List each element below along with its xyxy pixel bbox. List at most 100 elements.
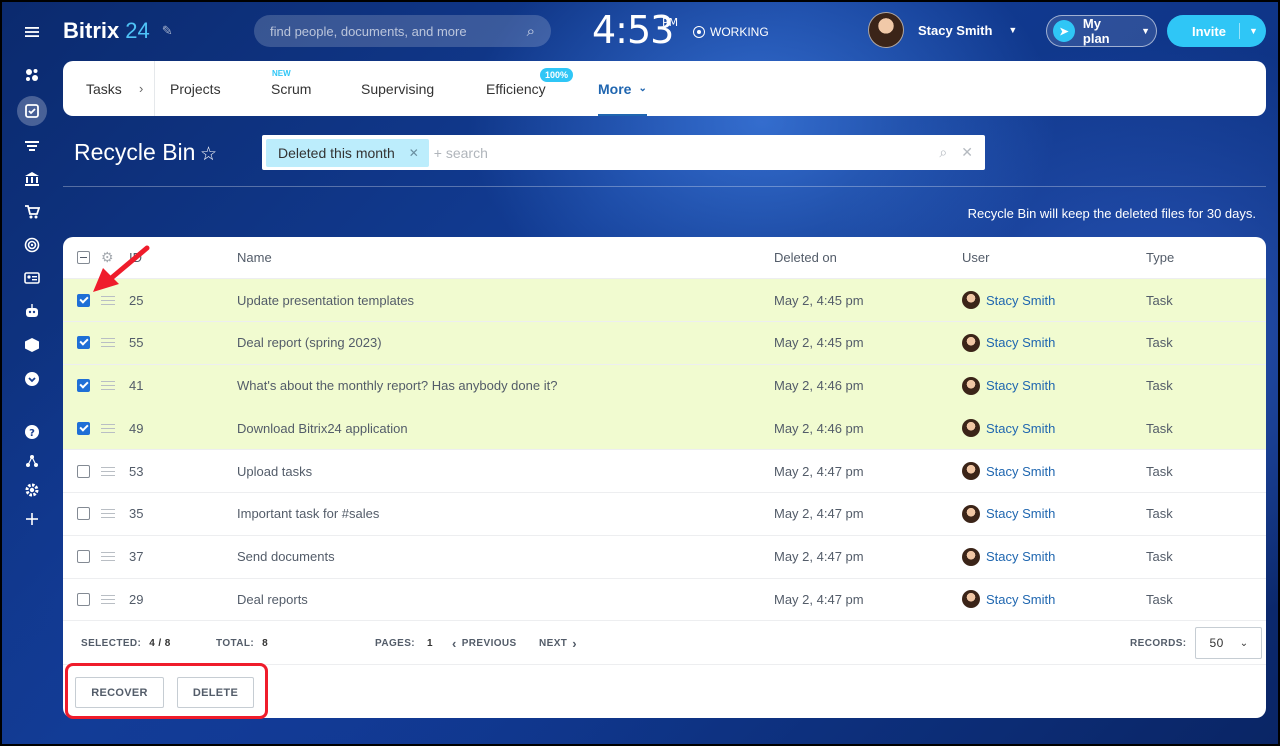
row-user-name[interactable]: Stacy Smith xyxy=(986,421,1055,436)
row-user-name[interactable]: Stacy Smith xyxy=(986,549,1055,564)
row-checkbox-box[interactable] xyxy=(77,336,90,350)
clock[interactable]: 4:53 PM xyxy=(592,8,678,52)
nav-efficiency[interactable]: Efficiency xyxy=(486,61,546,116)
work-status[interactable]: WORKING xyxy=(693,25,769,39)
chevron-down-icon[interactable]: ▼ xyxy=(1249,26,1258,36)
table-row[interactable]: 35 Important task for #sales May 2, 4:47 p… xyxy=(63,493,1266,536)
row-checkbox-box[interactable] xyxy=(77,379,90,392)
row-user[interactable]: Stacy Smith xyxy=(962,365,1055,407)
settings-gear-icon[interactable] xyxy=(20,478,44,502)
filter-chip[interactable]: Deleted this month ✕ xyxy=(266,138,429,167)
filter-bar[interactable]: Deleted this month ✕ ⌕ ✕ xyxy=(262,135,985,170)
table-row[interactable]: 41 What's about the monthly report? Has a… xyxy=(63,364,1266,408)
plus-icon[interactable] xyxy=(20,507,44,531)
row-user-name[interactable]: Stacy Smith xyxy=(986,335,1055,350)
box-icon[interactable] xyxy=(20,333,44,357)
previous-page-link[interactable]: ‹ PREVIOUS xyxy=(452,622,517,664)
column-type[interactable]: Type xyxy=(1146,237,1174,278)
row-user[interactable]: Stacy Smith xyxy=(962,407,1055,449)
row-checkbox[interactable] xyxy=(77,365,90,407)
row-user[interactable]: Stacy Smith xyxy=(962,493,1055,535)
table-row[interactable]: 55 Deal report (spring 2023) May 2, 4:45 p… xyxy=(63,321,1266,365)
row-name[interactable]: Deal reports xyxy=(237,578,308,620)
invite-button[interactable]: Invite ▼ xyxy=(1167,15,1266,47)
column-deleted-on[interactable]: Deleted on xyxy=(774,237,837,278)
my-plan-button[interactable]: ➤ My plan ▼ xyxy=(1046,15,1157,47)
nav-scrum[interactable]: Scrum xyxy=(271,61,311,116)
drag-handle-icon[interactable] xyxy=(101,578,115,620)
bank-icon[interactable] xyxy=(20,167,44,191)
row-checkbox-box[interactable] xyxy=(77,507,90,521)
global-search-input[interactable] xyxy=(270,23,527,39)
row-user-name[interactable]: Stacy Smith xyxy=(986,378,1055,393)
table-row[interactable]: 53 Upload tasks May 2, 4:47 pm Stacy Smith T… xyxy=(63,450,1266,493)
row-checkbox[interactable] xyxy=(77,322,90,364)
search-icon[interactable]: ⌕ xyxy=(939,144,947,161)
row-checkbox[interactable] xyxy=(77,578,90,620)
row-name[interactable]: Upload tasks xyxy=(237,450,312,492)
nav-projects[interactable]: Projects xyxy=(170,61,221,116)
star-icon[interactable]: ☆ xyxy=(200,143,217,166)
tasks-icon[interactable] xyxy=(17,96,47,126)
drag-handle-icon[interactable] xyxy=(101,365,115,407)
menu-icon[interactable] xyxy=(20,20,44,44)
cart-icon[interactable] xyxy=(20,200,44,224)
row-checkbox-box[interactable] xyxy=(77,550,90,563)
help-icon[interactable]: ? xyxy=(20,420,44,444)
structure-icon[interactable] xyxy=(20,449,44,473)
row-checkbox[interactable] xyxy=(77,450,90,492)
row-user[interactable]: Stacy Smith xyxy=(962,450,1055,492)
row-checkbox[interactable] xyxy=(77,493,90,535)
column-name[interactable]: Name xyxy=(237,237,272,278)
drag-handle-icon[interactable] xyxy=(101,407,115,449)
brand-logo[interactable]: Bitrix 24 ✎ xyxy=(63,18,173,44)
table-row[interactable]: 29 Deal reports May 2, 4:47 pm Stacy Smith T… xyxy=(63,578,1266,622)
row-user-name[interactable]: Stacy Smith xyxy=(986,464,1055,479)
row-user-name[interactable]: Stacy Smith xyxy=(986,293,1055,308)
table-row[interactable]: 49 Download Bitrix24 application May 2, 4:… xyxy=(63,407,1266,451)
nav-supervising[interactable]: Supervising xyxy=(361,61,434,116)
column-user[interactable]: User xyxy=(962,237,989,278)
row-checkbox[interactable] xyxy=(77,407,90,449)
row-user-name[interactable]: Stacy Smith xyxy=(986,506,1055,521)
user-menu[interactable]: Stacy Smith ▼ xyxy=(868,12,1017,48)
crm-icon[interactable] xyxy=(20,134,44,158)
row-name[interactable]: What's about the monthly report? Has any… xyxy=(237,365,557,407)
row-user[interactable]: Stacy Smith xyxy=(962,279,1055,321)
row-name[interactable]: Update presentation templates xyxy=(237,279,414,321)
row-user[interactable]: Stacy Smith xyxy=(962,578,1055,620)
pages-value[interactable]: 1 xyxy=(427,638,433,649)
row-name[interactable]: Deal report (spring 2023) xyxy=(237,322,382,364)
target-icon[interactable] xyxy=(20,233,44,257)
edit-pencil-icon[interactable]: ✎ xyxy=(162,23,173,39)
filter-search-input[interactable] xyxy=(433,144,940,161)
contact-card-icon[interactable] xyxy=(20,266,44,290)
drag-handle-icon[interactable] xyxy=(101,322,115,364)
row-user[interactable]: Stacy Smith xyxy=(962,322,1055,364)
row-user[interactable]: Stacy Smith xyxy=(962,536,1055,578)
robot-icon[interactable] xyxy=(20,299,44,323)
drag-handle-icon[interactable] xyxy=(101,450,115,492)
row-checkbox[interactable] xyxy=(77,536,90,578)
next-page-link[interactable]: NEXT › xyxy=(539,622,577,664)
feed-icon[interactable] xyxy=(20,63,44,87)
row-checkbox-box[interactable] xyxy=(77,464,90,478)
row-name[interactable]: Download Bitrix24 application xyxy=(237,407,408,449)
nav-tasks[interactable]: Tasks xyxy=(86,61,122,116)
row-user-name[interactable]: Stacy Smith xyxy=(986,592,1055,607)
row-name[interactable]: Send documents xyxy=(237,536,335,578)
row-name[interactable]: Important task for #sales xyxy=(237,493,379,535)
global-search[interactable]: ⌕ xyxy=(254,15,551,47)
nav-more[interactable]: More ⌄ xyxy=(598,61,647,116)
chip-close-icon[interactable]: ✕ xyxy=(409,146,419,160)
row-checkbox-box[interactable] xyxy=(77,421,90,435)
drag-handle-icon[interactable] xyxy=(101,493,115,535)
table-row[interactable]: 37 Send documents May 2, 4:47 pm Stacy Smit… xyxy=(63,536,1266,579)
more-circle-icon[interactable] xyxy=(20,367,44,391)
table-row[interactable]: 25 Update presentation templates May 2, 4:… xyxy=(63,279,1266,322)
drag-handle-icon[interactable] xyxy=(101,536,115,578)
records-select[interactable]: 50 ⌄ xyxy=(1194,627,1262,659)
clear-icon[interactable]: ✕ xyxy=(961,144,973,161)
row-checkbox-box[interactable] xyxy=(77,592,90,606)
search-icon[interactable]: ⌕ xyxy=(527,23,535,40)
